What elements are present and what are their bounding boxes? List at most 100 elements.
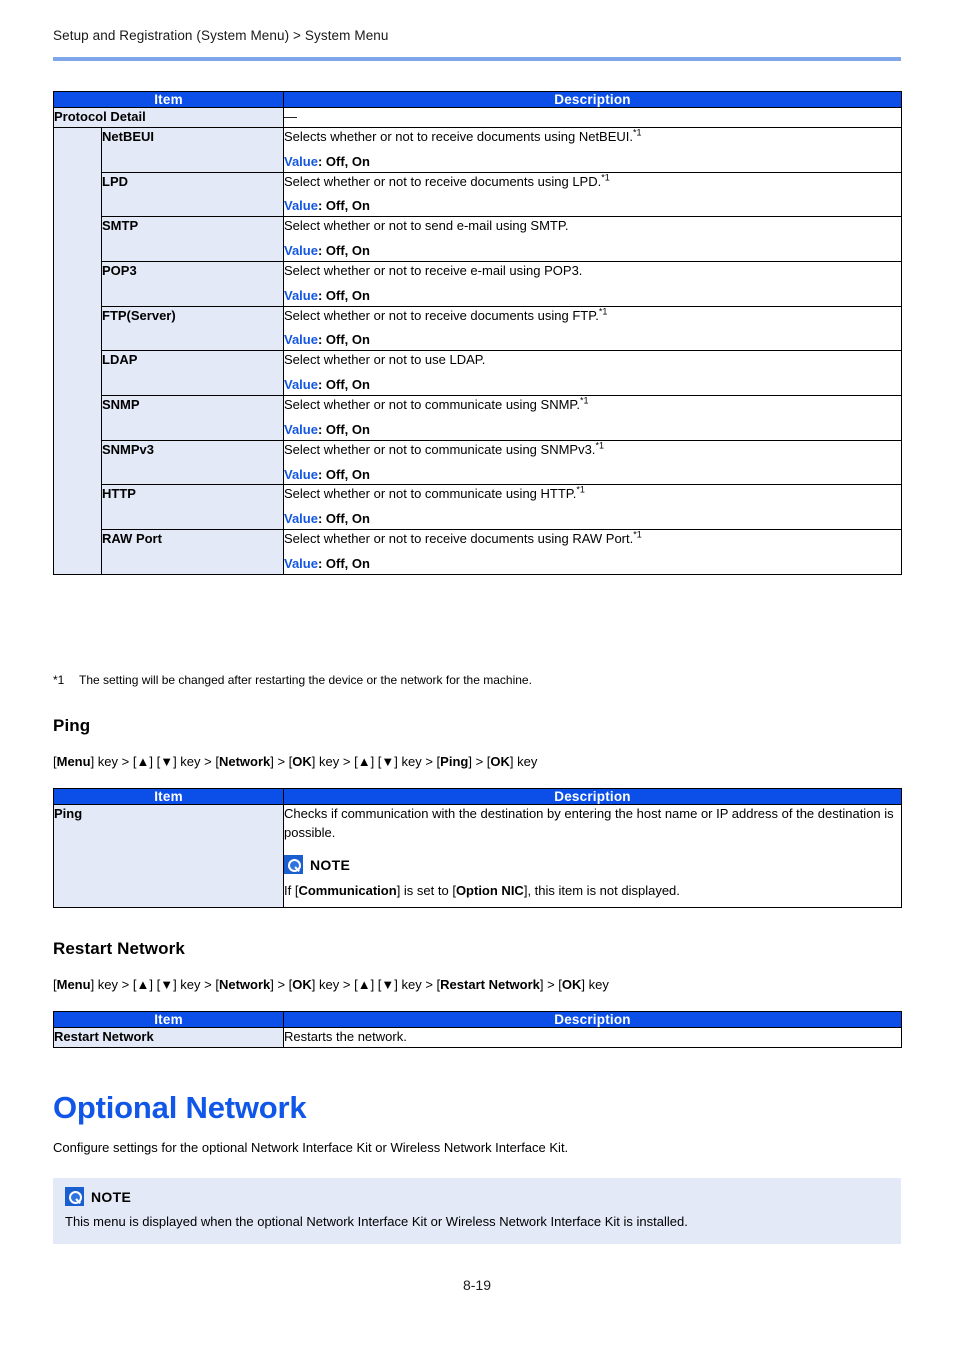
keypath-segment: ▲ bbox=[136, 754, 150, 769]
table-row: Ping Checks if communication with the de… bbox=[53, 804, 902, 908]
protocol-description-text: Select whether or not to communicate usi… bbox=[284, 485, 585, 502]
keypath-segment: Menu bbox=[56, 754, 91, 769]
protocol-description-cell: Selects whether or not to receive docume… bbox=[283, 126, 902, 173]
column-header-description: Description bbox=[283, 788, 902, 805]
value-options: : Off, On bbox=[317, 243, 370, 259]
table-header-row: Item Description bbox=[53, 788, 902, 805]
keypath-segment: ▼ bbox=[381, 977, 395, 992]
keypath-segment: ] key > [ bbox=[394, 754, 441, 769]
restart-network-table: Item Description Restart Network Restart… bbox=[53, 1011, 902, 1048]
table-row: SNMPv3 Select whether or not to communica… bbox=[54, 439, 902, 486]
keypath-segment: ] > [ bbox=[539, 977, 562, 992]
heading-ping: Ping bbox=[53, 716, 91, 735]
keypath-segment: ▼ bbox=[160, 977, 174, 992]
note-segment: If [ bbox=[284, 882, 299, 898]
protocol-detail-description: — bbox=[283, 107, 902, 128]
value-options: : Off, On bbox=[317, 466, 370, 482]
optional-network-intro: Configure settings for the optional Netw… bbox=[53, 1140, 569, 1155]
indent-spacer bbox=[53, 126, 102, 575]
note-body: If [Communication] is set to [Option NIC… bbox=[284, 882, 901, 901]
column-header-description: Description bbox=[283, 91, 902, 108]
table-header-row: Item Description bbox=[53, 91, 902, 108]
keypath-segment: ] key bbox=[581, 977, 609, 992]
keypath-segment: OK bbox=[292, 754, 312, 769]
value-label: Value bbox=[284, 153, 318, 169]
protocol-detail-table: Item Description Protocol Detail — NetBEUI Se… bbox=[53, 91, 902, 575]
protocol-item-label: SNMP bbox=[101, 394, 284, 441]
table-row: LPD Select whether or not to receive docu… bbox=[54, 171, 902, 218]
note-header: NOTE bbox=[65, 1187, 889, 1206]
protocol-item-label: LPD bbox=[101, 171, 284, 218]
protocol-value-line: Value: Off, On bbox=[284, 197, 901, 216]
keypath-segment: ] [ bbox=[370, 754, 382, 769]
value-label: Value bbox=[284, 377, 318, 393]
protocol-description-cell: Select whether or not to receive documen… bbox=[283, 529, 902, 575]
keypath-ping: [Menu] key > [▲] [▼] key > [Network] > [… bbox=[53, 753, 537, 771]
protocol-value-line: Value: Off, On bbox=[284, 287, 901, 306]
protocol-item-label: SMTP bbox=[101, 216, 284, 262]
protocol-description-text: Select whether or not to communicate usi… bbox=[284, 440, 604, 457]
value-label: Value bbox=[284, 287, 318, 303]
column-header-item: Item bbox=[53, 1011, 284, 1028]
protocol-description-text: Select whether or not to receive e-mail … bbox=[284, 262, 583, 278]
ping-item-label: Ping bbox=[53, 804, 284, 908]
protocol-item-label: RAW Port bbox=[101, 529, 284, 575]
value-options: : Off, On bbox=[317, 511, 370, 527]
keypath-segment: ] key > [ bbox=[90, 754, 137, 769]
ping-table: Item Description Ping Checks if communic… bbox=[53, 788, 902, 908]
protocol-value-line: Value: Off, On bbox=[284, 421, 901, 440]
keypath-segment: ] key > [ bbox=[311, 977, 358, 992]
table-header-row: Item Description bbox=[53, 1011, 902, 1028]
note-icon bbox=[65, 1187, 84, 1206]
footnote-ref: *1 bbox=[633, 529, 642, 540]
footnote-mark: *1 bbox=[53, 673, 65, 687]
value-label: Value bbox=[284, 511, 318, 527]
keypath-segment: Ping bbox=[440, 754, 469, 769]
protocol-item-label: NetBEUI bbox=[101, 126, 284, 173]
protocol-item-label: FTP(Server) bbox=[101, 305, 284, 352]
ping-description-cell: Checks if communication with the destina… bbox=[283, 804, 902, 908]
document-page: Setup and Registration (System Menu) > S… bbox=[0, 0, 954, 1350]
keypath-segment: OK bbox=[292, 977, 312, 992]
protocol-description-cell: Select whether or not to communicate usi… bbox=[283, 439, 902, 486]
keypath-segment: OK bbox=[561, 977, 582, 992]
protocol-item-label: POP3 bbox=[101, 260, 284, 307]
note-icon bbox=[284, 855, 303, 875]
keypath-segment: ▲ bbox=[357, 754, 371, 769]
heading-restart-network: Restart Network bbox=[53, 939, 185, 958]
keypath-segment: ] key > [ bbox=[311, 754, 358, 769]
footnote-text: The setting will be changed after restar… bbox=[79, 673, 532, 687]
protocol-description-text: Selects whether or not to receive docume… bbox=[284, 127, 642, 144]
footnote-ref: *1 bbox=[580, 395, 589, 406]
keypath-segment: ] key bbox=[509, 754, 538, 769]
keypath-segment: OK bbox=[490, 754, 510, 769]
protocol-value-line: Value: Off, On bbox=[284, 331, 901, 350]
protocol-item-label: SNMPv3 bbox=[101, 439, 284, 486]
keypath-segment: Menu bbox=[56, 977, 91, 992]
footnote-ref: *1 bbox=[633, 127, 642, 138]
protocol-value-line: Value: Off, On bbox=[284, 466, 901, 485]
value-options: : Off, On bbox=[317, 287, 370, 303]
keypath-segment: ] key > [ bbox=[90, 977, 137, 992]
ping-description-text: Checks if communication with the destina… bbox=[284, 806, 894, 840]
table-row: SNMP Select whether or not to communicate… bbox=[54, 394, 902, 441]
protocol-value-line: Value: Off, On bbox=[284, 555, 901, 574]
note-title: NOTE bbox=[91, 1188, 132, 1205]
value-options: : Off, On bbox=[317, 198, 370, 214]
breadcrumb-text: Setup and Registration (System Menu) > S… bbox=[53, 28, 389, 43]
table-row: Restart Network Restarts the network. bbox=[53, 1027, 902, 1048]
keypath-segment: ] key > [ bbox=[394, 977, 441, 992]
protocol-description-text: Select whether or not to communicate usi… bbox=[284, 395, 589, 412]
protocol-value-line: Value: Off, On bbox=[284, 510, 901, 529]
protocol-description-text: Select whether or not to receive documen… bbox=[284, 306, 608, 323]
column-header-description: Description bbox=[283, 1011, 902, 1028]
value-label: Value bbox=[284, 555, 318, 571]
protocol-description-text: Select whether or not to receive documen… bbox=[284, 172, 610, 189]
value-options: : Off, On bbox=[317, 153, 370, 169]
restart-description-text: Restarts the network. bbox=[283, 1027, 902, 1048]
table-row: LDAP Select whether or not to use LDAP. Va… bbox=[54, 350, 902, 396]
table-row: HTTP Select whether or not to communicate… bbox=[54, 484, 902, 531]
keypath-restart-network: [Menu] key > [▲] [▼] key > [Network] > [… bbox=[53, 976, 609, 994]
value-options: : Off, On bbox=[317, 332, 370, 348]
table-row: POP3 Select whether or not to receive e-m… bbox=[54, 260, 902, 307]
